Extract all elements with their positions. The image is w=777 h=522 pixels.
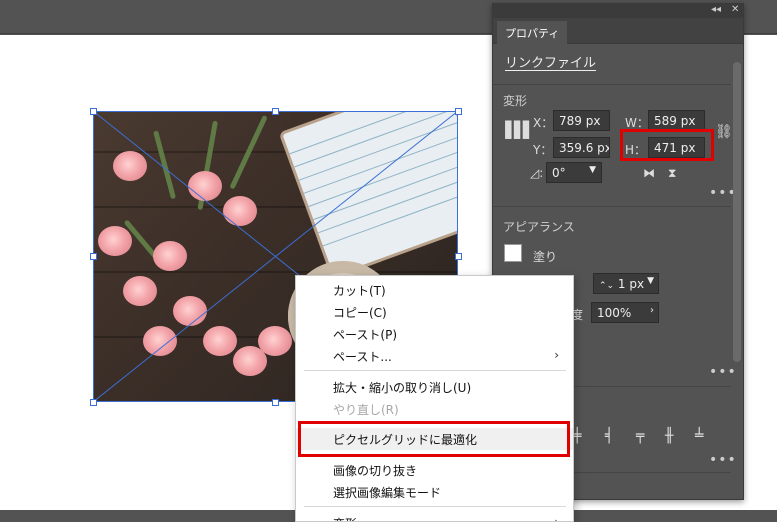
panel-scrollbar[interactable] [733, 44, 741, 494]
fill-label: 塗り [533, 250, 558, 264]
menu-item-redo: やり直し(R) [333, 403, 399, 417]
rotation-dropdown-icon[interactable]: ▼ [589, 165, 596, 175]
x-position-field[interactable]: 789 px [553, 110, 610, 131]
selection-handle[interactable] [90, 108, 97, 115]
height-highlight-box [620, 129, 714, 161]
menu-item-cut[interactable]: カット(T) [296, 279, 573, 301]
align-right-icon[interactable]: ╡ [605, 428, 613, 444]
flower [98, 226, 132, 256]
flower [258, 326, 292, 356]
selection-handle[interactable] [455, 253, 462, 260]
submenu-arrow-icon: › [554, 348, 559, 362]
menu-item-isolate-image[interactable]: 選択画像編集モード [296, 481, 573, 503]
menu-item-copy[interactable]: コピー(C) [296, 301, 573, 323]
menu-item-transform[interactable]: 変形› [296, 512, 573, 522]
context-menu: カット(T) コピー(C) ペースト(P) ペースト... › 拡大・縮小の取り消… [295, 275, 574, 522]
align-top-icon[interactable]: ╤ [636, 428, 644, 444]
appearance-title: アピアランス [503, 220, 575, 234]
selection-handle[interactable] [90, 399, 97, 406]
flower [173, 296, 207, 326]
y-position-field[interactable]: 359.6 px [553, 137, 610, 158]
stroke-width-field[interactable]: ⌃⌄ 1 px ▼ [593, 273, 659, 294]
x-label: X： [533, 116, 554, 130]
tab-properties[interactable]: プロパティ [497, 21, 568, 44]
stroke-dropdown-icon[interactable]: ▼ [647, 276, 654, 286]
selection-handle[interactable] [90, 253, 97, 260]
rotation-field[interactable]: 0° ▼ [546, 162, 602, 183]
submenu-arrow-icon: › [554, 515, 559, 522]
menu-item-paste-special[interactable]: ペースト... › [296, 345, 573, 367]
opacity-arrow-icon[interactable]: › [650, 305, 654, 316]
collapse-panel-icon[interactable]: ◂◂ [711, 4, 721, 15]
flower [143, 326, 177, 356]
align-vertical-center-icon[interactable]: ╫ [665, 428, 673, 444]
flip-vertical-icon[interactable]: ⧗ [668, 166, 676, 181]
linked-file-button[interactable]: リンクファイル [505, 52, 596, 71]
notebook-picture [282, 111, 458, 276]
reference-point-icon[interactable]: ▪▪▪ ▪▪▪ ▪▪▪ [504, 117, 530, 142]
menu-item-undo-scale[interactable]: 拡大・縮小の取り消し(U) [296, 376, 573, 398]
align-bottom-icon[interactable]: ╧ [695, 428, 703, 444]
menu-item-crop-image[interactable]: 画像の切り抜き [296, 459, 573, 481]
menu-item-paste[interactable]: ペースト(P) [296, 323, 573, 345]
panel-tab-row: プロパティ [493, 18, 743, 44]
scrollbar-thumb[interactable] [733, 62, 741, 362]
flower [188, 171, 222, 201]
flower [223, 196, 257, 226]
rotate-icon: ◿: [530, 166, 544, 180]
opacity-field[interactable]: 100% › [591, 302, 659, 323]
menu-separator [304, 506, 566, 507]
flower [203, 326, 237, 356]
y-label: Y： [533, 143, 553, 157]
align-horizontal-center-icon[interactable]: ╪ [573, 428, 581, 444]
selection-handle[interactable] [455, 108, 462, 115]
selection-handle[interactable] [272, 108, 279, 115]
menu-separator [304, 370, 566, 371]
flower [123, 276, 157, 306]
close-panel-icon[interactable]: ✕ [731, 4, 739, 15]
flower [113, 151, 147, 181]
flip-horizontal-icon[interactable]: ⧓ [643, 166, 655, 180]
width-field[interactable]: 589 px [648, 110, 705, 131]
flower [153, 241, 187, 271]
transform-title: 変形 [503, 94, 528, 108]
constrain-proportions-icon[interactable]: ⛓ [715, 124, 733, 140]
panel-titlebar: ◂◂ ✕ [493, 4, 743, 18]
fill-swatch[interactable] [504, 244, 522, 262]
wood-grain [93, 271, 458, 273]
selection-handle[interactable] [272, 399, 279, 406]
menu-highlight-box [298, 421, 570, 457]
